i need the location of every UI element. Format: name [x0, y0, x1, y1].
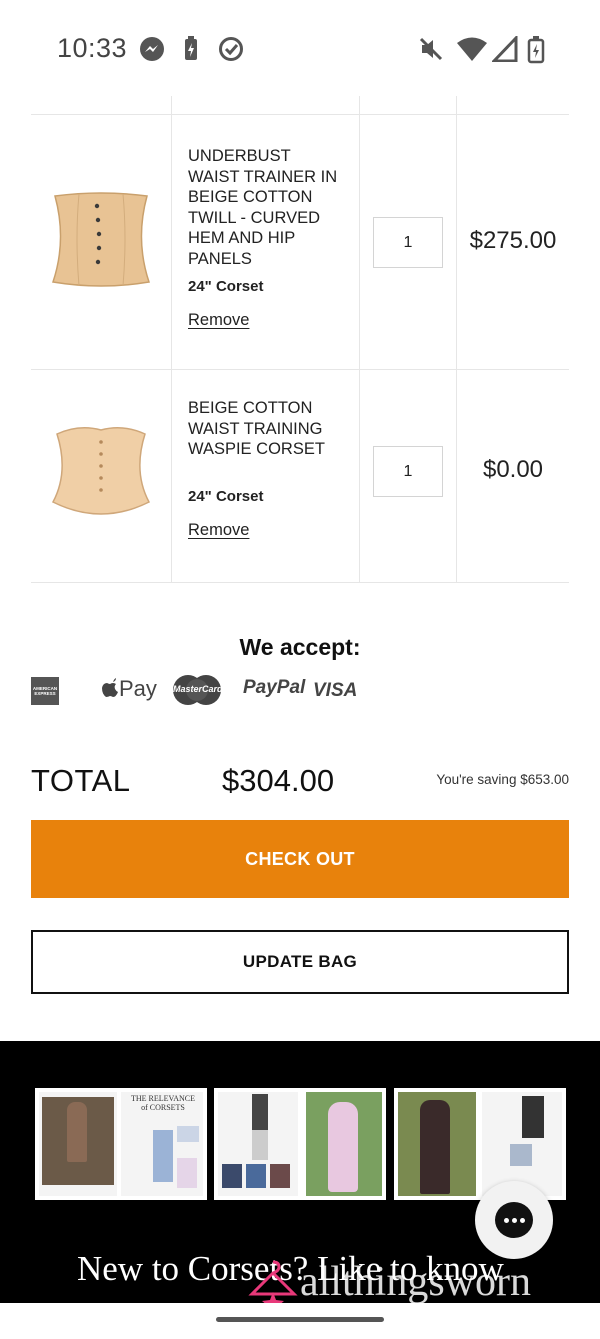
amex-icon: AMERICAN EXPRESS [31, 677, 59, 705]
status-bar: 10:33 [0, 0, 600, 96]
product-name[interactable]: UNDERBUST WAIST TRAINER IN BEIGE COTTON … [188, 146, 338, 269]
quantity-input[interactable]: 1 [373, 446, 443, 497]
checkout-button[interactable]: CHECK OUT [31, 820, 569, 898]
magazine-spread[interactable] [214, 1088, 386, 1200]
signal-icon [490, 34, 518, 67]
product-size: 24" Corset [188, 488, 264, 505]
cart-item: UNDERBUST WAIST TRAINER IN BEIGE COTTON … [31, 115, 569, 369]
saving-text: You're saving $653.00 [436, 772, 569, 787]
paypal-icon: PayPal [243, 677, 306, 698]
update-bag-button[interactable]: UPDATE BAG [31, 930, 569, 994]
chat-button[interactable] [475, 1181, 553, 1259]
chat-icon [495, 1202, 533, 1238]
remove-link[interactable]: Remove [188, 311, 249, 330]
item-price: $275.00 [469, 227, 557, 254]
magazine-title: THE RELEVANCE of CORSETS [130, 1094, 196, 1112]
total-value: $304.00 [222, 763, 335, 798]
corset-image[interactable] [49, 188, 153, 292]
check-circle-icon [218, 36, 244, 67]
wifi-icon [456, 36, 488, 67]
magazine-spread[interactable]: THE RELEVANCE of CORSETS [35, 1088, 207, 1200]
mastercard-icon: MasterCard [173, 675, 223, 705]
home-gesture-bar[interactable] [216, 1317, 384, 1322]
visa-icon: VISA [313, 680, 358, 701]
cart-item: BEIGE COTTON WAIST TRAINING WASPIE CORSE… [31, 370, 569, 582]
battery-icon [527, 36, 545, 69]
item-price: $0.00 [482, 456, 544, 483]
apple-pay-icon: Pay [101, 676, 157, 702]
magazine-spread[interactable] [394, 1088, 566, 1200]
product-size: 24" Corset [188, 278, 264, 295]
messenger-icon [139, 36, 165, 67]
total-label: TOTAL [31, 763, 131, 798]
remove-link[interactable]: Remove [188, 521, 249, 540]
product-name[interactable]: BEIGE COTTON WAIST TRAINING WASPIE CORSE… [188, 398, 338, 460]
battery-saver-icon [183, 36, 199, 67]
corset-image[interactable] [49, 422, 153, 526]
payment-heading: We accept: [239, 634, 361, 660]
mute-icon [418, 36, 444, 67]
payment-methods: AMERICAN EXPRESS Pay MasterCard PayPal V… [31, 672, 371, 712]
cart-table: UNDERBUST WAIST TRAINER IN BEIGE COTTON … [31, 96, 569, 583]
status-time: 10:33 [57, 33, 128, 63]
quantity-input[interactable]: 1 [373, 217, 443, 268]
watermark-text: allthingsworn [300, 1259, 531, 1305]
navigation-bar [0, 1303, 600, 1339]
